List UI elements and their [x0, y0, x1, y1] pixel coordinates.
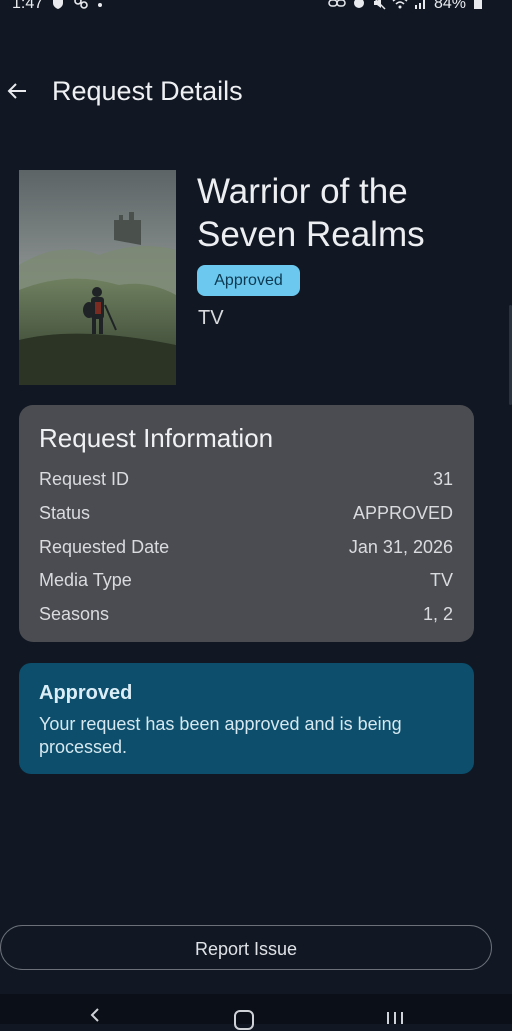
info-row-media-type: Media Type TV: [39, 570, 453, 596]
info-label: Status: [39, 503, 91, 523]
approval-title: Approved: [39, 682, 133, 704]
media-poster: [19, 170, 176, 385]
page-title: Request Details: [52, 76, 243, 106]
back-arrow-icon[interactable]: [6, 80, 28, 102]
info-label: Seasons: [39, 604, 110, 624]
status-bar: 1:47 84%: [0, 0, 512, 16]
status-time: 1:47: [12, 0, 44, 12]
media-title: Warrior of the Seven Realms: [197, 172, 425, 254]
battery-icon: [474, 0, 482, 9]
info-value: APPROVED: [352, 503, 453, 523]
report-issue-button[interactable]: Report Issue: [0, 925, 492, 970]
alarm-icon: [352, 0, 366, 12]
notification-icon: [73, 0, 89, 11]
info-label: Request ID: [39, 469, 130, 489]
info-label: Requested Date: [39, 537, 170, 557]
info-row-seasons: Seasons 1, 2: [39, 604, 453, 630]
battery-label: 84%: [433, 0, 466, 12]
request-info-title: Request Information: [39, 423, 274, 453]
info-value: Jan 31, 2026: [348, 537, 453, 557]
shield-icon: [51, 0, 65, 12]
nav-home-icon[interactable]: [234, 1010, 254, 1030]
dot-icon: [97, 0, 103, 10]
status-right: 84%: [328, 0, 482, 12]
info-label: Media Type: [39, 570, 132, 590]
app-bar: Request Details: [0, 72, 512, 112]
info-value: 1, 2: [422, 604, 453, 624]
wifi-icon: [392, 0, 408, 11]
system-nav-bar: [0, 994, 512, 1030]
status-badge: Approved: [197, 265, 300, 296]
status-left: 1:47: [12, 0, 103, 12]
info-row-requested-date: Requested Date Jan 31, 2026: [39, 537, 453, 563]
link-icon: [328, 0, 346, 11]
approval-message: Your request has been approved and is be…: [39, 714, 402, 757]
nav-back-icon[interactable]: [88, 1008, 102, 1022]
info-value: TV: [429, 570, 453, 590]
mute-icon: [372, 0, 386, 12]
request-info-card: Request Information Request ID 31 Status…: [19, 405, 474, 642]
media-type-label: TV: [198, 307, 224, 329]
info-row-request-id: Request ID 31: [39, 469, 453, 495]
info-row-status: Status APPROVED: [39, 503, 453, 529]
approval-notice-card: Approved Your request has been approved …: [19, 663, 474, 774]
info-value: 31: [432, 469, 453, 489]
signal-icon: [414, 0, 428, 11]
